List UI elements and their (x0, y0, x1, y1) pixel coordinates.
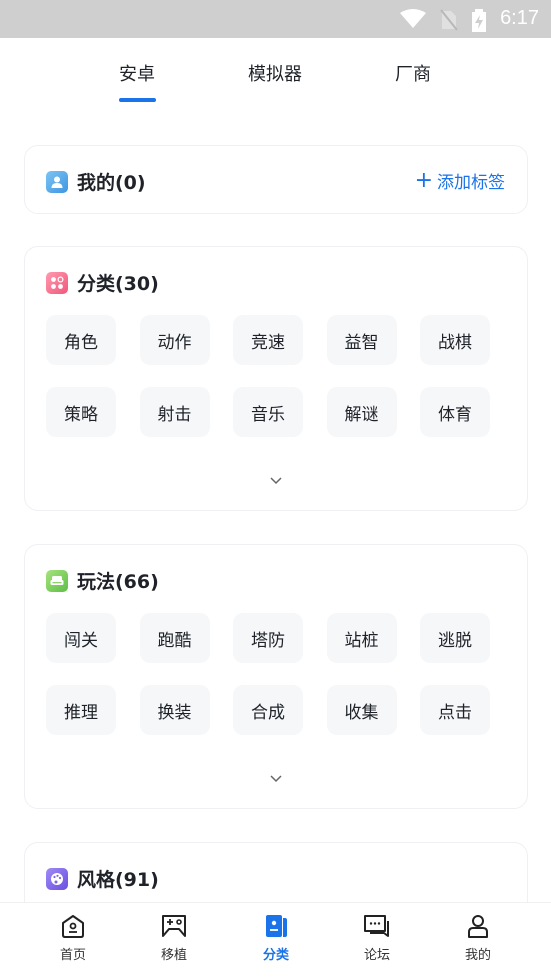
category-tag[interactable]: 动作 (139, 315, 210, 365)
category-tag[interactable]: 体育 (420, 387, 490, 437)
style-title: 风格(91) (77, 869, 159, 891)
battery-charging-icon (472, 9, 486, 32)
user-icon (46, 170, 68, 193)
nav-category[interactable]: 分类 (236, 913, 316, 963)
gameplay-tag[interactable]: 闯关 (46, 613, 116, 663)
palette-icon (46, 867, 68, 890)
plus-icon: + (414, 167, 433, 193)
nav-category-label: 分类 (262, 948, 289, 963)
grid-icon (46, 271, 68, 294)
gameplay-tag[interactable]: 推理 (46, 685, 116, 735)
category-tag[interactable]: 音乐 (233, 387, 303, 437)
forum-chat-icon (364, 915, 389, 937)
chevron-down-icon[interactable] (267, 772, 285, 786)
gameplay-tag[interactable]: 跑酷 (139, 613, 210, 663)
gameplay-card: 玩法(66) 闯关 跑酷 塔防 站桩 逃脱 推理 换装 合成 收集 点击 (24, 544, 528, 809)
category-tag[interactable]: 竞速 (233, 315, 303, 365)
gameplay-tag[interactable]: 收集 (326, 685, 397, 735)
category-tag[interactable]: 解谜 (326, 387, 397, 437)
gameplay-tag-grid: 闯关 跑酷 塔防 站桩 逃脱 推理 换装 合成 收集 点击 (46, 613, 516, 735)
top-tabs: 安卓 模拟器 厂商 (0, 38, 551, 118)
nav-forum[interactable]: 论坛 (337, 913, 417, 963)
gameplay-tag[interactable]: 逃脱 (420, 613, 490, 663)
add-tag-button[interactable]: + 添加标签 (415, 168, 505, 193)
nav-home[interactable]: 首页 (33, 913, 113, 963)
gameplay-tag[interactable]: 合成 (233, 685, 303, 735)
category-tag[interactable]: 战棋 (420, 315, 490, 365)
tab-vendor[interactable]: 厂商 (395, 60, 431, 86)
sofa-icon (46, 569, 68, 592)
nav-forum-label: 论坛 (363, 948, 390, 963)
no-sim-icon (440, 9, 458, 31)
active-tab-indicator (119, 98, 156, 102)
nav-port[interactable]: 移植 (134, 913, 214, 963)
status-time: 6:17 (500, 7, 539, 29)
chevron-down-icon[interactable] (267, 474, 285, 488)
gameplay-tag[interactable]: 点击 (420, 685, 490, 735)
mine-title: 我的(0) (77, 172, 146, 194)
category-tag[interactable]: 射击 (139, 387, 210, 437)
gameplay-tag[interactable]: 换装 (139, 685, 210, 735)
home-icon (62, 915, 84, 938)
categories-tag-grid: 角色 动作 竞速 益智 战棋 策略 射击 音乐 解谜 体育 (46, 315, 516, 437)
add-tag-label: 添加标签 (437, 173, 505, 193)
status-bar: 6:17 (0, 0, 551, 38)
gameplay-tag[interactable]: 塔防 (233, 613, 303, 663)
gamepad-icon (162, 915, 186, 937)
wifi-icon (400, 9, 426, 28)
categories-card: 分类(30) 角色 动作 竞速 益智 战棋 策略 射击 音乐 解谜 体育 (24, 246, 528, 511)
category-tag[interactable]: 角色 (46, 315, 116, 365)
nav-profile[interactable]: 我的 (438, 913, 518, 963)
category-tag[interactable]: 策略 (46, 387, 116, 437)
mine-card: 我的(0) + 添加标签 (24, 145, 528, 214)
category-tag[interactable]: 益智 (326, 315, 397, 365)
nav-port-label: 移植 (160, 948, 187, 963)
categories-title: 分类(30) (77, 273, 159, 295)
gameplay-tag[interactable]: 站桩 (326, 613, 397, 663)
gameplay-title: 玩法(66) (77, 571, 159, 593)
tab-android[interactable]: 安卓 (119, 60, 155, 86)
nav-home-label: 首页 (59, 948, 86, 963)
category-book-icon (266, 915, 287, 937)
bottom-nav: 首页 移植 分类 论坛 我的 (0, 902, 551, 979)
nav-profile-label: 我的 (464, 948, 491, 963)
tab-emulator[interactable]: 模拟器 (248, 60, 302, 86)
profile-icon (468, 915, 488, 938)
